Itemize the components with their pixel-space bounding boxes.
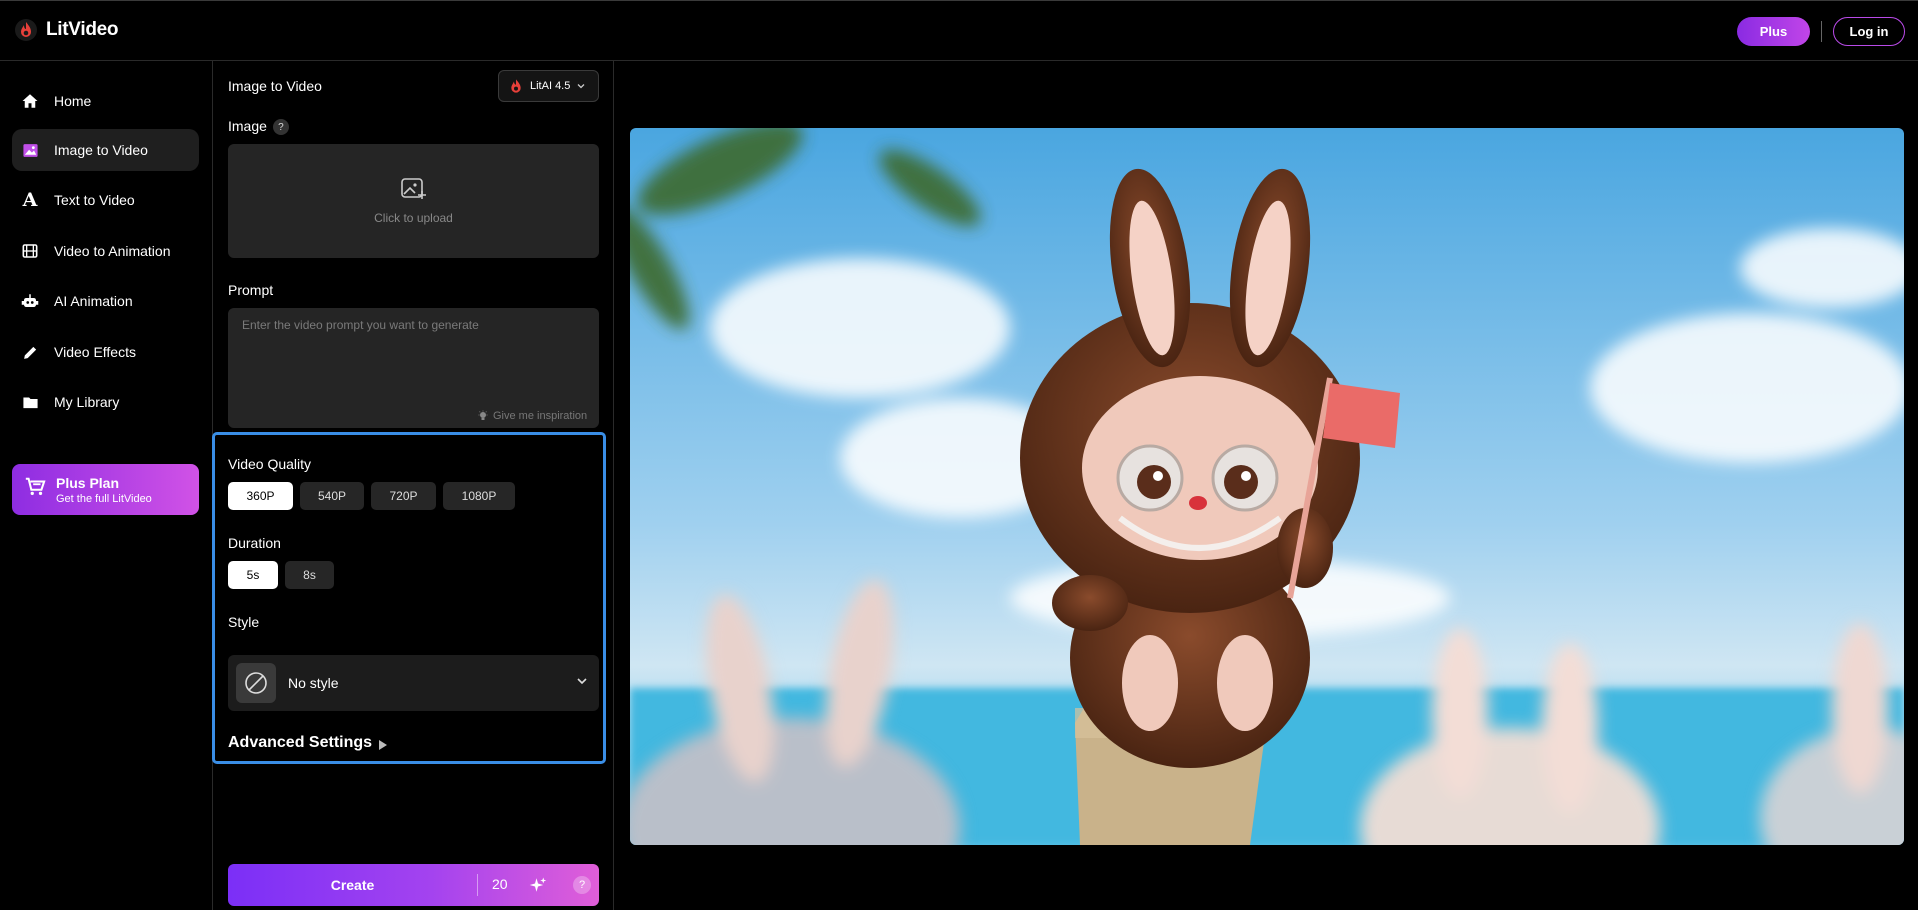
image-label-text: Image (228, 118, 267, 134)
labubu-preview-illustration (630, 128, 1904, 845)
plus-plan-title: Plus Plan (56, 474, 120, 491)
duration-options: 5s 8s (228, 561, 334, 589)
settings-panel: Image to Video LitAI 4.5 Image? Click to… (214, 61, 614, 910)
create-divider (477, 874, 478, 896)
inspiration-button[interactable]: Give me inspiration (477, 410, 587, 422)
chevron-down-icon (577, 678, 587, 685)
duration-5s-button[interactable]: 5s (228, 561, 278, 589)
video-quality-label: Video Quality (228, 456, 312, 472)
help-icon[interactable]: ? (272, 119, 289, 136)
no-style-icon (236, 663, 276, 703)
folder-icon (20, 392, 40, 412)
sidebar-item-label: AI Animation (54, 293, 133, 309)
sidebar-item-my-library[interactable]: My Library (12, 381, 199, 423)
style-selector[interactable]: No style (228, 655, 599, 711)
upload-image-icon (400, 178, 426, 199)
sidebar-item-label: My Library (54, 394, 120, 410)
quality-options: 360P 540P 720P 1080P (228, 482, 515, 510)
style-value: No style (288, 675, 339, 691)
quality-1080p-button[interactable]: 1080P (443, 482, 515, 510)
panel-title: Image to Video (228, 78, 322, 94)
sidebar-item-label: Image to Video (54, 142, 148, 158)
preview-image (630, 128, 1904, 845)
chevron-down-icon (577, 84, 585, 89)
cart-icon (24, 476, 46, 503)
sidebar-item-video-effects[interactable]: Video Effects (12, 331, 199, 373)
logo-flame-icon (15, 19, 37, 41)
quality-720p-button[interactable]: 720P (371, 482, 436, 510)
sidebar-item-label: Home (54, 93, 92, 109)
robot-icon (20, 291, 40, 311)
plus-plan-card[interactable]: Plus Plan Get the full LitVideo (12, 464, 199, 515)
sidebar-item-video-to-animation[interactable]: Video to Animation (12, 230, 199, 272)
quality-540p-button[interactable]: 540P (300, 482, 364, 510)
advanced-settings-toggle[interactable]: Advanced Settings (228, 734, 388, 752)
advanced-settings-label: Advanced Settings (228, 734, 373, 751)
inspiration-label: Give me inspiration (493, 410, 588, 422)
sidebar-item-ai-animation[interactable]: AI Animation (12, 280, 199, 322)
plus-button[interactable]: Plus (1737, 17, 1810, 46)
sidebar: Home Image to Video A Text to Video Vide… (0, 61, 213, 910)
text-icon: A (22, 189, 38, 211)
plus-plan-subtitle: Get the full LitVideo (56, 492, 152, 505)
pencil-icon (20, 342, 40, 362)
duration-label: Duration (228, 535, 281, 551)
credit-count: 20 (492, 876, 508, 892)
image-icon (20, 140, 40, 160)
credits-help-icon[interactable]: ? (573, 876, 591, 894)
model-selector[interactable]: LitAI 4.5 (498, 70, 599, 102)
app-name: LitVideo (46, 19, 119, 40)
header-divider (1821, 21, 1822, 42)
sidebar-item-label: Video Effects (54, 344, 136, 360)
model-name: LitAI 4.5 (530, 80, 571, 92)
sidebar-item-label: Text to Video (54, 192, 135, 208)
sidebar-item-label: Video to Animation (54, 243, 171, 259)
prompt-label: Prompt (228, 282, 274, 298)
lightbulb-icon (478, 410, 488, 420)
create-button[interactable]: Create 20 ? (228, 864, 599, 906)
caret-right-icon (379, 740, 388, 750)
login-button[interactable]: Log in (1833, 17, 1905, 46)
sparkle-icon (529, 877, 547, 892)
style-label: Style (228, 614, 260, 630)
model-flame-icon (511, 79, 521, 93)
image-label: Image? (228, 118, 289, 136)
create-label: Create (330, 877, 375, 893)
home-icon (20, 91, 40, 111)
upload-hint: Click to upload (374, 211, 453, 225)
sidebar-item-text-to-video[interactable]: A Text to Video (12, 179, 199, 221)
film-icon (20, 241, 40, 261)
quality-360p-button[interactable]: 360P (228, 482, 293, 510)
duration-8s-button[interactable]: 8s (285, 561, 334, 589)
image-upload-area[interactable]: Click to upload (228, 144, 599, 258)
sidebar-item-image-to-video[interactable]: Image to Video (12, 129, 199, 171)
logo[interactable]: LitVideo (14, 18, 119, 42)
top-header: LitVideo Plus Log in (0, 0, 1918, 61)
sidebar-item-home[interactable]: Home (12, 80, 199, 122)
